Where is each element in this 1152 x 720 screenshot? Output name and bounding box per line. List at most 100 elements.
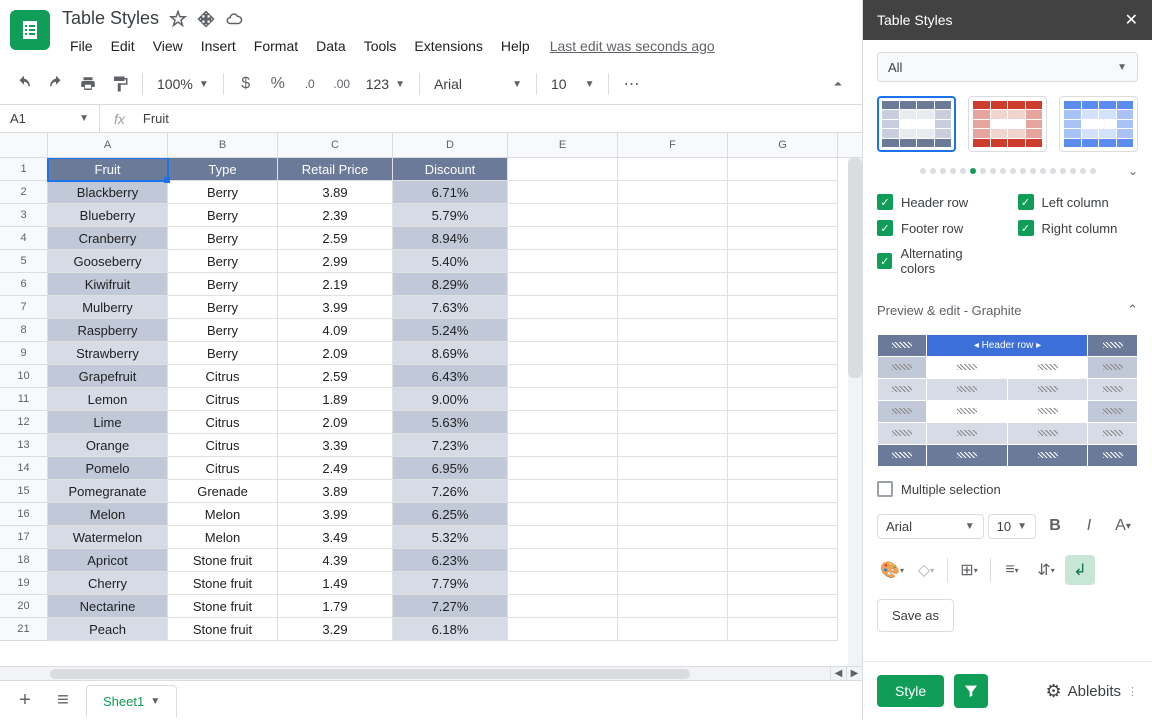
cell[interactable] <box>508 434 618 457</box>
cell[interactable] <box>728 549 838 572</box>
cell[interactable]: 6.18% <box>393 618 508 641</box>
cell[interactable]: 9.00% <box>393 388 508 411</box>
cell[interactable] <box>618 365 728 388</box>
cell[interactable]: 6.71% <box>393 181 508 204</box>
cell[interactable]: Orange <box>48 434 168 457</box>
cell[interactable]: 7.63% <box>393 296 508 319</box>
cell[interactable]: Lemon <box>48 388 168 411</box>
horizontal-scrollbar[interactable]: ◀▶ <box>0 666 862 680</box>
cell[interactable] <box>508 342 618 365</box>
cell[interactable]: Grenade <box>168 480 278 503</box>
cell[interactable] <box>618 411 728 434</box>
cell[interactable]: Retail Price <box>278 158 393 181</box>
cell[interactable]: 3.99 <box>278 503 393 526</box>
cell[interactable] <box>508 595 618 618</box>
row-header[interactable]: 20 <box>0 595 48 618</box>
cell[interactable] <box>728 365 838 388</box>
row-header[interactable]: 21 <box>0 618 48 641</box>
cell[interactable]: 2.09 <box>278 342 393 365</box>
row-header[interactable]: 19 <box>0 572 48 595</box>
cell[interactable] <box>618 250 728 273</box>
close-icon[interactable]: ✕ <box>1125 10 1138 30</box>
cell[interactable] <box>618 434 728 457</box>
cell[interactable] <box>618 181 728 204</box>
cell[interactable]: Berry <box>168 181 278 204</box>
cell[interactable]: Kiwifruit <box>48 273 168 296</box>
col-header-d[interactable]: D <box>393 133 508 157</box>
menu-format[interactable]: Format <box>246 34 306 58</box>
cell[interactable]: 8.69% <box>393 342 508 365</box>
decimal-dec-button[interactable]: .0 <box>296 70 324 98</box>
col-header-e[interactable]: E <box>508 133 618 157</box>
cell[interactable] <box>728 595 838 618</box>
halign-button[interactable]: ≡▾ <box>997 555 1027 585</box>
formula-input[interactable]: Fruit <box>139 111 169 126</box>
cell[interactable]: 7.23% <box>393 434 508 457</box>
alternating-colors-checkbox[interactable]: ✓Alternating colors <box>877 246 998 276</box>
sheet-tab-1[interactable]: Sheet1▼ <box>86 685 177 717</box>
move-icon[interactable] <box>197 10 215 28</box>
style-filter-select[interactable]: All▼ <box>877 52 1138 82</box>
cell[interactable]: 6.25% <box>393 503 508 526</box>
row-header[interactable]: 3 <box>0 204 48 227</box>
cell[interactable] <box>728 480 838 503</box>
cell[interactable] <box>618 227 728 250</box>
menu-extensions[interactable]: Extensions <box>406 34 490 58</box>
cell[interactable]: Discount <box>393 158 508 181</box>
cell[interactable]: Strawberry <box>48 342 168 365</box>
cell[interactable] <box>508 273 618 296</box>
left-column-checkbox[interactable]: ✓Left column <box>1018 194 1139 210</box>
cell[interactable]: Berry <box>168 296 278 319</box>
cell[interactable]: 5.32% <box>393 526 508 549</box>
cell[interactable] <box>728 227 838 250</box>
cell[interactable] <box>508 158 618 181</box>
cell[interactable]: 1.89 <box>278 388 393 411</box>
cell[interactable] <box>728 388 838 411</box>
currency-button[interactable]: $ <box>232 70 260 98</box>
print-button[interactable] <box>74 70 102 98</box>
star-icon[interactable] <box>169 10 187 28</box>
cell[interactable]: Stone fruit <box>168 549 278 572</box>
cell[interactable]: 8.29% <box>393 273 508 296</box>
menu-insert[interactable]: Insert <box>193 34 244 58</box>
cell[interactable]: Melon <box>168 503 278 526</box>
menu-edit[interactable]: Edit <box>103 34 143 58</box>
chevron-down-icon[interactable]: ⌄ <box>1128 164 1138 178</box>
style-red-thumb[interactable] <box>968 96 1047 152</box>
row-header[interactable]: 7 <box>0 296 48 319</box>
sheets-logo[interactable] <box>10 10 50 50</box>
header-row-checkbox[interactable]: ✓Header row <box>877 194 998 210</box>
bold-button[interactable]: B <box>1040 511 1070 541</box>
font-size-select[interactable]: 10▼ <box>545 70 600 98</box>
right-column-checkbox[interactable]: ✓Right column <box>1018 220 1139 236</box>
cell[interactable]: 2.59 <box>278 365 393 388</box>
cell[interactable]: 2.09 <box>278 411 393 434</box>
menu-file[interactable]: File <box>62 34 101 58</box>
cell[interactable]: Mulberry <box>48 296 168 319</box>
row-header[interactable]: 14 <box>0 457 48 480</box>
vertical-scrollbar[interactable] <box>848 158 862 666</box>
undo-button[interactable] <box>10 70 38 98</box>
row-header[interactable]: 15 <box>0 480 48 503</box>
cell[interactable]: Peach <box>48 618 168 641</box>
cell[interactable]: 5.24% <box>393 319 508 342</box>
cell[interactable]: 2.19 <box>278 273 393 296</box>
cell[interactable]: 5.63% <box>393 411 508 434</box>
cell[interactable] <box>618 273 728 296</box>
cell[interactable] <box>728 411 838 434</box>
cell[interactable]: Cherry <box>48 572 168 595</box>
row-header[interactable]: 8 <box>0 319 48 342</box>
cell[interactable]: 7.79% <box>393 572 508 595</box>
cell[interactable] <box>618 158 728 181</box>
cell[interactable]: Gooseberry <box>48 250 168 273</box>
cell[interactable] <box>508 250 618 273</box>
cell[interactable]: Cranberry <box>48 227 168 250</box>
col-header-a[interactable]: A <box>48 133 168 157</box>
cell[interactable] <box>728 204 838 227</box>
name-box[interactable]: A1▼ <box>0 105 100 132</box>
cell[interactable] <box>618 526 728 549</box>
cell[interactable] <box>508 388 618 411</box>
cell[interactable]: Berry <box>168 250 278 273</box>
wrap-button[interactable]: ↲ <box>1065 555 1095 585</box>
preview-section-header[interactable]: Preview & edit - Graphite⌃ <box>877 294 1138 326</box>
